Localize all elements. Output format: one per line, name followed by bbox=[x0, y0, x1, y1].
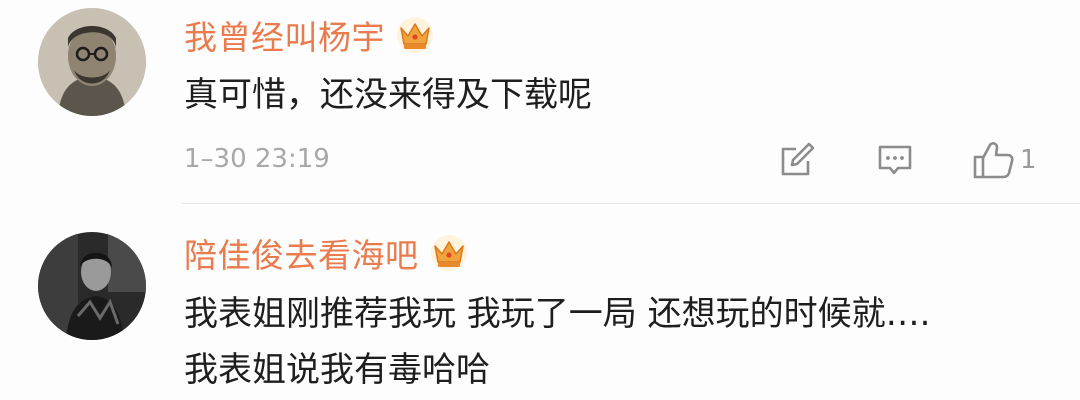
thumbs-up-icon bbox=[973, 142, 1014, 179]
comment-icon bbox=[878, 145, 912, 175]
avatar-image bbox=[38, 232, 146, 340]
edit-square-icon bbox=[781, 142, 815, 176]
timestamp: 1–30 23:19 bbox=[184, 144, 330, 174]
meta-row: 1–30 23:19 1 bbox=[184, 138, 1054, 184]
comment-line: 我表姐说我有毒哈哈 bbox=[184, 350, 490, 390]
reply-button[interactable] bbox=[876, 138, 914, 182]
avatar[interactable] bbox=[38, 8, 146, 116]
avatar-image bbox=[38, 8, 146, 116]
username[interactable]: 我曾经叫杨宇 bbox=[184, 11, 385, 59]
username-row: 我曾经叫杨宇 bbox=[184, 12, 435, 58]
avatar[interactable] bbox=[38, 232, 146, 340]
comment-line: 真可惜，还没来得及下载呢 bbox=[184, 75, 592, 115]
comment-item: 陪佳俊去看海吧 我表姐刚推荐我玩 我玩了一局 还想玩的时候就…. 我表姐说我有毒… bbox=[0, 204, 1080, 400]
username[interactable]: 陪佳俊去看海吧 bbox=[184, 229, 419, 277]
comment-list: 我曾经叫杨宇 真可惜，还没来得及下载呢 1–30 23:19 1 陪佳俊去看海吧… bbox=[0, 0, 1080, 400]
comment-text: 我表姐刚推荐我玩 我玩了一局 还想玩的时候就…. 我表姐说我有毒哈哈 bbox=[184, 286, 930, 398]
comment-item: 我曾经叫杨宇 真可惜，还没来得及下载呢 1–30 23:19 1 bbox=[0, 0, 1080, 203]
username-row: 陪佳俊去看海吧 bbox=[184, 230, 469, 276]
like-count: 1 bbox=[1020, 145, 1037, 175]
crown-badge-icon bbox=[429, 234, 469, 272]
crown-badge-icon bbox=[395, 16, 435, 54]
comment-text: 真可惜，还没来得及下载呢 bbox=[184, 67, 592, 123]
like-button[interactable]: 1 bbox=[972, 138, 1037, 182]
comment-line: 我表姐刚推荐我玩 我玩了一局 还想玩的时候就…. bbox=[184, 294, 931, 334]
repost-button[interactable] bbox=[778, 138, 816, 182]
